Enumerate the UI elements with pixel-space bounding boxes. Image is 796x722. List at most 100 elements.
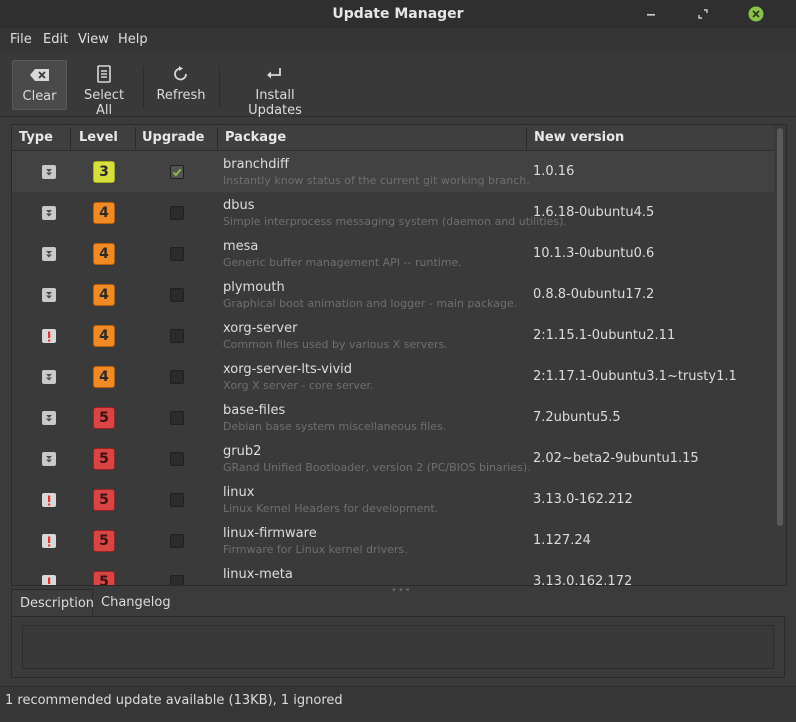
details-tabs: Description Changelog (11, 589, 785, 617)
package-name: linux-meta (223, 567, 293, 582)
column-level[interactable]: Level (79, 130, 118, 145)
download-package-icon (42, 288, 56, 302)
table-row[interactable]: 4 plymouth Graphical boot animation and lo… (12, 274, 774, 315)
select-all-button[interactable]: Select All (74, 60, 134, 118)
table-row[interactable]: 4 xorg-server-lts-vivid Xorg X server - co… (12, 356, 774, 397)
download-package-icon (42, 370, 56, 384)
download-package-icon (42, 247, 56, 261)
security-alert-icon (42, 329, 56, 343)
upgrade-checkbox[interactable] (170, 493, 184, 507)
download-package-icon (42, 206, 56, 220)
package-name: linux-firmware (223, 526, 317, 541)
upgrade-checkbox[interactable] (170, 411, 184, 425)
install-updates-button[interactable]: Install Updates (228, 60, 322, 118)
table-row[interactable]: 3 branchdiff Instantly know status of the … (12, 151, 774, 192)
package-name: branchdiff (223, 157, 290, 172)
menu-edit[interactable]: Edit (43, 32, 68, 47)
security-alert-icon (42, 575, 56, 585)
upgrade-checkbox[interactable] (170, 247, 184, 261)
description-panel (11, 616, 785, 678)
upgrade-checkbox[interactable] (170, 452, 184, 466)
package-description: GRand Unified Bootloader, version 2 (PC/… (223, 461, 531, 474)
column-new-version[interactable]: New version (534, 130, 624, 145)
package-version: 2.02~beta2-9ubuntu1.15 (533, 451, 699, 466)
upgrade-checkbox[interactable] (170, 534, 184, 548)
install-updates-label: Install Updates (248, 88, 302, 118)
table-row[interactable]: 5 linux Linux Kernel Headers for developme… (12, 479, 774, 520)
package-description: Linux Kernel Headers for development. (223, 502, 439, 515)
package-version: 3.13.0.162.172 (533, 574, 633, 586)
level-badge: 5 (93, 407, 115, 429)
table-row[interactable]: 5 grub2 GRand Unified Bootloader, version … (12, 438, 774, 479)
backspace-icon (29, 69, 49, 81)
upgrade-checkbox[interactable] (170, 165, 184, 179)
column-separator (217, 127, 218, 149)
table-row[interactable]: 5 linux-firmware Firmware for Linux kernel… (12, 520, 774, 561)
status-bar: 1 recommended update available (13KB), 1… (0, 686, 796, 722)
level-badge: 3 (93, 161, 115, 183)
updates-list[interactable]: Type Level Upgrade Package New version 3… (11, 124, 787, 586)
level-badge: 5 (93, 571, 115, 585)
package-version: 2:1.17.1-0ubuntu3.1~trusty1.1 (533, 369, 737, 384)
package-version: 3.13.0-162.212 (533, 492, 633, 507)
list-scrollbar[interactable] (774, 125, 786, 585)
toolbar-separator (143, 66, 144, 108)
description-text-area[interactable] (22, 625, 774, 669)
tab-description[interactable]: Description (11, 589, 94, 617)
package-description: Common files used by various X servers. (223, 338, 448, 351)
table-row[interactable]: 5 linux-meta 3.13.0.162.172 (12, 561, 774, 586)
upgrade-checkbox[interactable] (170, 575, 184, 585)
menu-file[interactable]: File (10, 32, 32, 47)
level-badge: 4 (93, 202, 115, 224)
table-row[interactable]: 4 mesa Generic buffer management API -- ru… (12, 233, 774, 274)
refresh-button[interactable]: Refresh (152, 60, 210, 110)
level-badge: 5 (93, 448, 115, 470)
upgrade-checkbox[interactable] (170, 370, 184, 384)
column-package[interactable]: Package (225, 130, 286, 145)
tab-changelog[interactable]: Changelog (93, 589, 179, 617)
table-row[interactable]: 5 base-files Debian base system miscellane… (12, 397, 774, 438)
package-version: 2:1.15.1-0ubuntu2.11 (533, 328, 676, 343)
package-name: dbus (223, 198, 255, 213)
refresh-icon (174, 66, 187, 81)
scroll-thumb[interactable] (777, 128, 783, 526)
package-version: 7.2ubuntu5.5 (533, 410, 621, 425)
column-upgrade[interactable]: Upgrade (142, 130, 204, 145)
package-version: 1.6.18-0ubuntu4.5 (533, 205, 655, 220)
select-all-label: Select All (83, 88, 125, 118)
table-row[interactable]: 4 xorg-server Common files used by various… (12, 315, 774, 356)
minimize-icon[interactable] (642, 5, 660, 23)
close-icon[interactable] (747, 5, 765, 23)
list-header: Type Level Upgrade Package New version (12, 125, 786, 151)
package-description: Instantly know status of the current git… (223, 174, 530, 187)
package-name: base-files (223, 403, 286, 418)
package-name: xorg-server-lts-vivid (223, 362, 353, 377)
security-alert-icon (42, 534, 56, 548)
upgrade-checkbox[interactable] (170, 206, 184, 220)
toolbar-separator (219, 66, 220, 108)
menu-view[interactable]: View (78, 32, 109, 47)
clear-button[interactable]: Clear (12, 60, 67, 110)
column-type[interactable]: Type (19, 130, 53, 145)
window-title: Update Manager (332, 6, 464, 22)
package-description: Firmware for Linux kernel drivers. (223, 543, 408, 556)
select-all-icon (97, 65, 111, 83)
package-version: 0.8.8-0ubuntu17.2 (533, 287, 655, 302)
download-package-icon (42, 165, 56, 179)
maximize-icon[interactable] (694, 5, 712, 23)
package-name: plymouth (223, 280, 285, 295)
checkmark-icon (172, 168, 182, 177)
menu-help[interactable]: Help (118, 32, 148, 47)
package-description: Xorg X server - core server. (223, 379, 374, 392)
package-name: mesa (223, 239, 259, 254)
upgrade-checkbox[interactable] (170, 288, 184, 302)
package-description: Simple interprocess messaging system (da… (223, 215, 567, 228)
table-row[interactable]: 4 dbus Simple interprocess messaging syste… (12, 192, 774, 233)
security-alert-icon (42, 493, 56, 507)
download-package-icon (42, 452, 56, 466)
package-name: xorg-server (223, 321, 298, 336)
menu-bar: File Edit View Help (0, 28, 796, 52)
status-text: 1 recommended update available (13KB), 1… (5, 693, 343, 708)
upgrade-checkbox[interactable] (170, 329, 184, 343)
level-badge: 5 (93, 489, 115, 511)
